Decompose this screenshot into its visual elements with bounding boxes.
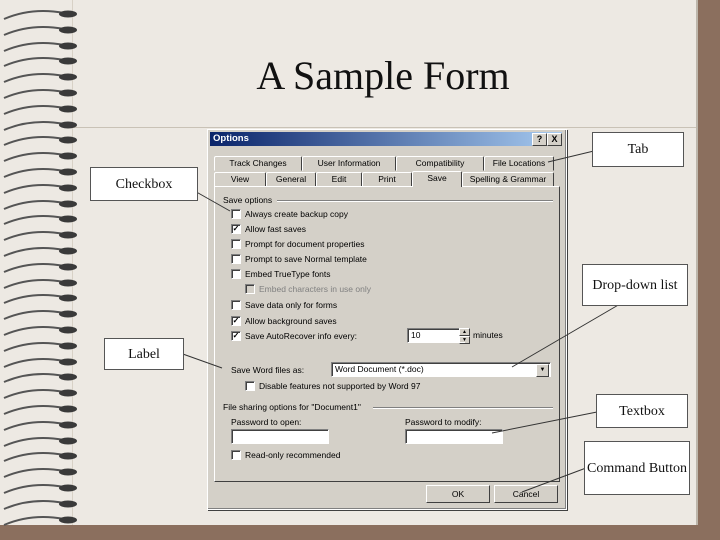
callout-tab: Tab [592,132,684,167]
tab-save[interactable]: Save [412,171,462,187]
callout-label: Label [104,338,184,370]
callout-checkbox: Checkbox [90,167,198,201]
callout-textbox: Textbox [596,394,688,428]
callout-command-button: Command Button [584,441,690,495]
callout-dropdown: Drop-down list [582,264,688,306]
